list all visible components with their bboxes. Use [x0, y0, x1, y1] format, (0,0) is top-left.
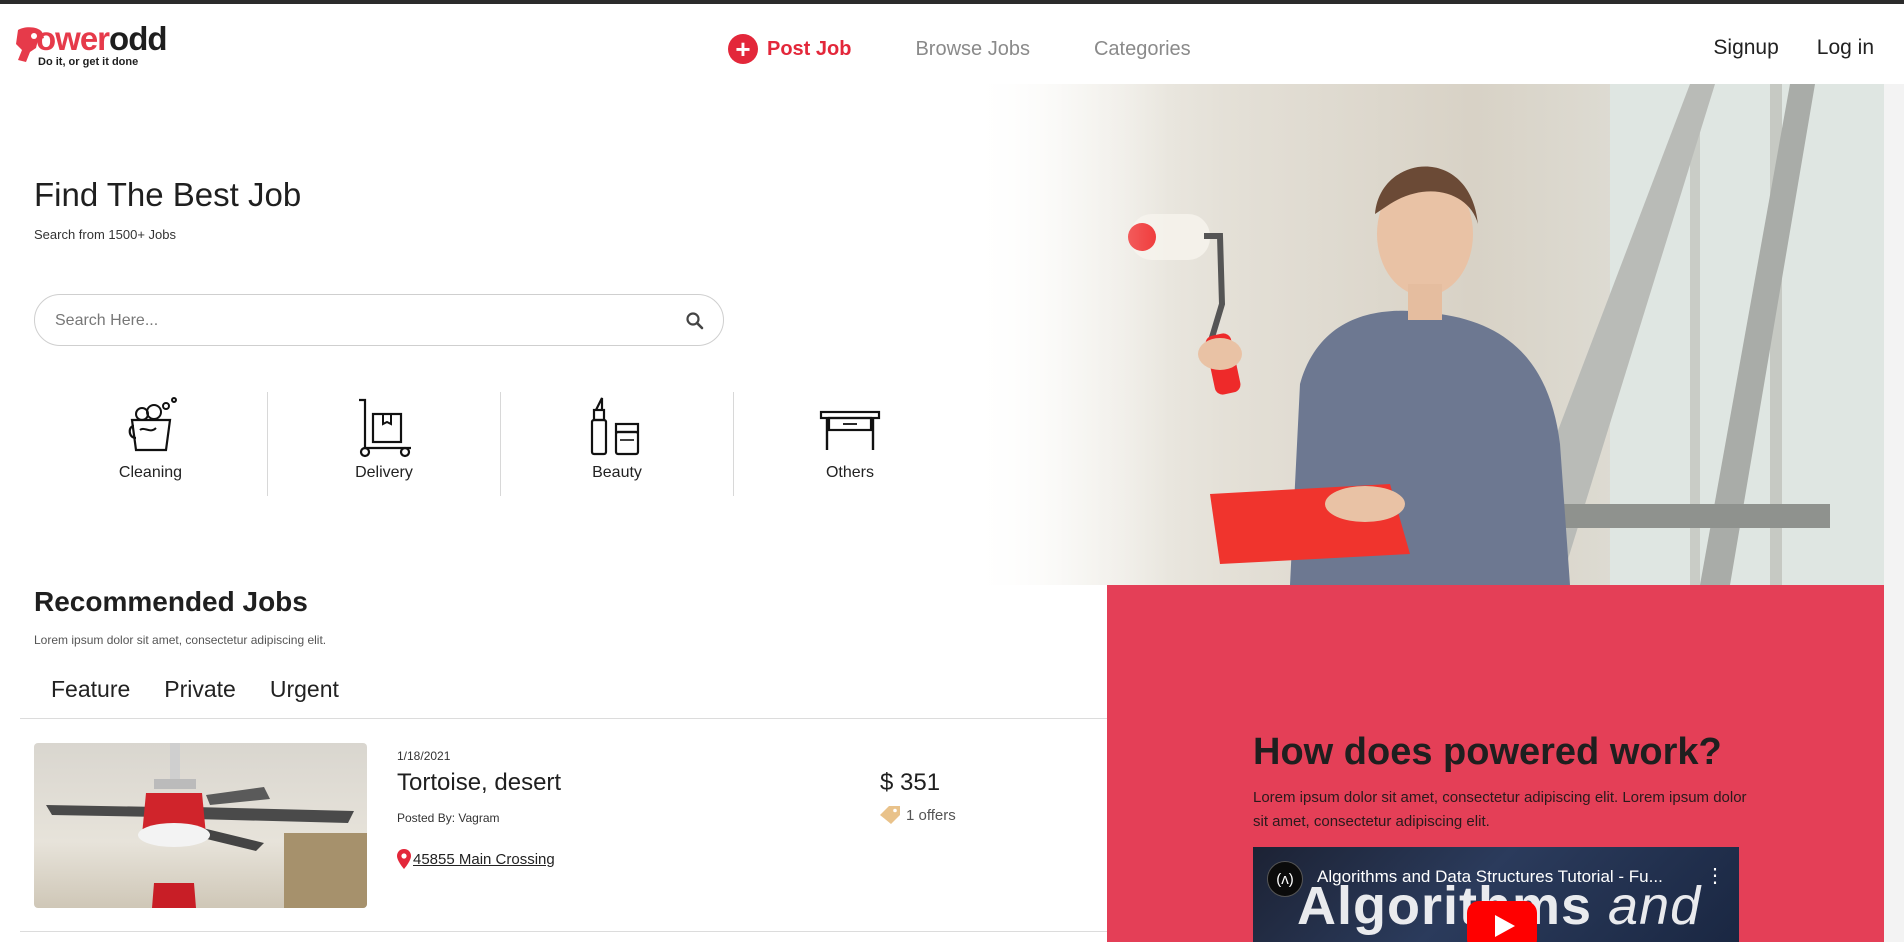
category-beauty[interactable]: Beauty [500, 392, 733, 496]
categories-link[interactable]: Categories [1094, 38, 1191, 61]
job-price: $ 351 [880, 769, 941, 796]
job-card[interactable]: 1/18/2021 Tortoise, desert Posted By: Va… [34, 743, 1034, 908]
logo-wordmark: owerodd [36, 20, 168, 57]
job-poster: Posted By: Vagram [397, 811, 500, 825]
signup-link[interactable]: Signup [1713, 36, 1778, 60]
more-vert-icon[interactable]: ⋮ [1705, 863, 1725, 888]
job-address: 45855 Main Crossing [413, 850, 555, 868]
hero-image [970, 84, 1884, 585]
how-title: How does powered work? [1253, 731, 1722, 773]
plus-circle-icon: + [728, 34, 758, 64]
recommended-subtitle: Lorem ipsum dolor sit amet, consectetur … [34, 633, 327, 647]
hero-image-fade [970, 84, 1170, 585]
search-input[interactable] [55, 309, 655, 333]
auth-nav: Signup Log in [1675, 36, 1874, 60]
play-button[interactable] [1467, 901, 1537, 942]
logo-tagline: Do it, or get it done [38, 56, 139, 68]
beauty-lipstick-icon [590, 397, 640, 456]
category-label: Cleaning [118, 464, 183, 481]
category-list: Cleaning Delivery Beauty Others [34, 392, 966, 496]
category-cleaning[interactable]: Cleaning [34, 392, 267, 496]
tab-feature[interactable]: Feature [51, 676, 130, 703]
location-pin-icon [397, 849, 411, 869]
tab-private[interactable]: Private [164, 676, 236, 703]
video-title[interactable]: Algorithms and Data Structures Tutorial … [1317, 867, 1663, 887]
job-divider [20, 931, 1107, 932]
job-offers: 1 offers [880, 806, 956, 824]
how-it-works-section: How does powered work? Lorem ipsum dolor… [1107, 585, 1884, 942]
site-logo[interactable]: owerodd Do it, or get it done [14, 18, 184, 72]
category-others[interactable]: Others [733, 392, 966, 496]
hero-subtitle: Search from 1500+ Jobs [34, 227, 176, 242]
job-date: 1/18/2021 [397, 749, 451, 763]
job-thumbnail[interactable] [34, 743, 367, 908]
category-label: Beauty [592, 464, 642, 481]
tabs-divider [20, 718, 1107, 719]
category-delivery[interactable]: Delivery [267, 392, 500, 496]
main-nav: + Post Job Browse Jobs Categories [728, 32, 1255, 66]
post-job-link[interactable]: + Post Job [728, 34, 851, 64]
job-location-link[interactable]: 45855 Main Crossing [397, 849, 555, 869]
login-link[interactable]: Log in [1817, 36, 1874, 60]
hero-title: Find The Best Job [34, 176, 302, 213]
price-tag-icon [880, 806, 900, 824]
job-search-box [34, 294, 724, 346]
category-label: Delivery [355, 464, 413, 481]
tab-urgent[interactable]: Urgent [270, 676, 339, 703]
recommended-title: Recommended Jobs [34, 586, 308, 617]
table-icon [819, 410, 881, 450]
recommended-tabs: Feature Private Urgent [51, 676, 373, 703]
job-title[interactable]: Tortoise, desert [397, 769, 561, 797]
search-icon[interactable] [685, 311, 705, 331]
post-job-label: Post Job [767, 37, 852, 60]
channel-logo-icon[interactable]: (ʌ) [1267, 861, 1303, 897]
category-label: Others [825, 464, 874, 481]
ceiling-fan-image [46, 743, 367, 908]
page-scrollbar[interactable] [1884, 84, 1904, 942]
video-embed[interactable]: Algorithms and (ʌ) Algorithms and Data S… [1253, 847, 1739, 942]
browse-jobs-link[interactable]: Browse Jobs [915, 38, 1030, 61]
site-header: owerodd Do it, or get it done + Post Job… [0, 4, 1904, 84]
job-offers-count: 1 offers [906, 806, 956, 824]
cleaning-bucket-icon [128, 397, 177, 452]
delivery-trolley-icon [359, 398, 411, 458]
how-text: Lorem ipsum dolor sit amet, consectetur … [1253, 789, 1747, 830]
